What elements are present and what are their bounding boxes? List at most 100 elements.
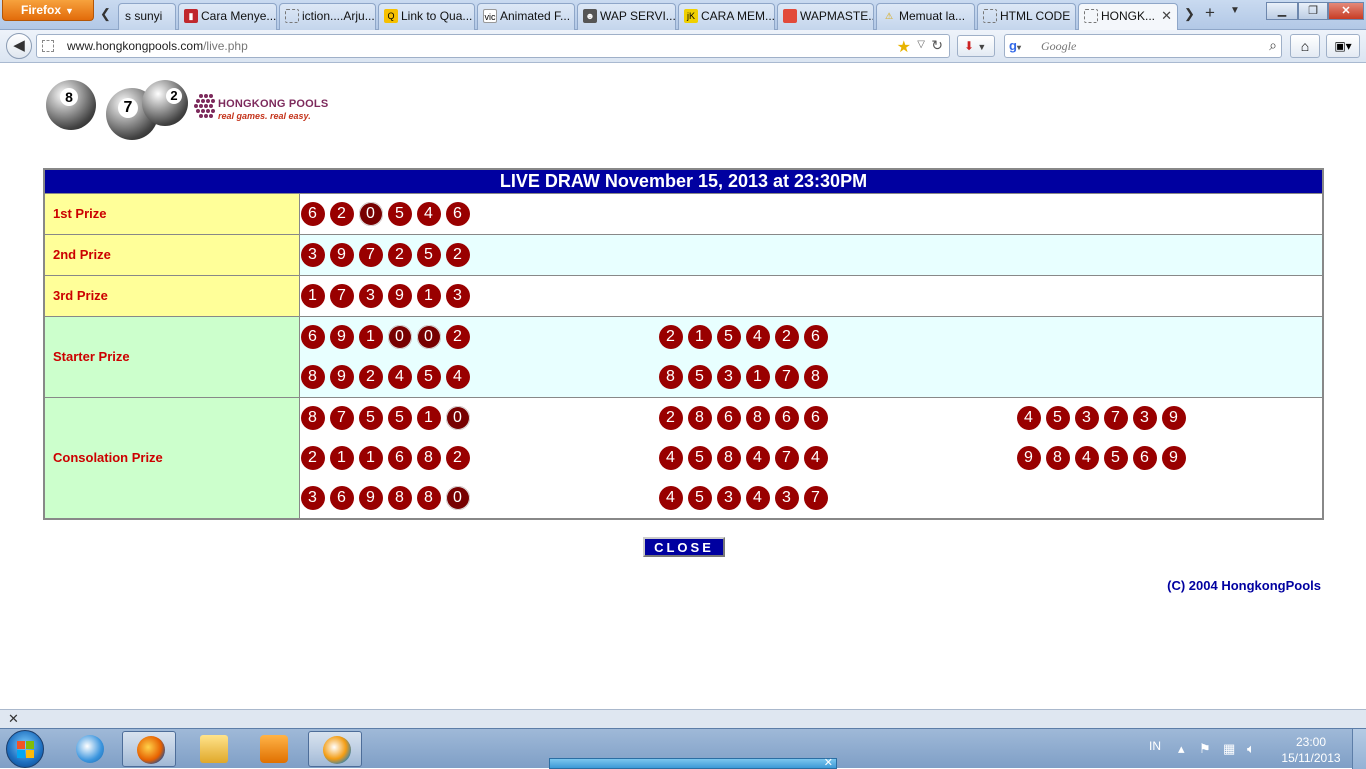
number-ball: 6 — [300, 201, 325, 226]
prize-number — [658, 194, 1016, 234]
prize-number: 875510 — [300, 398, 658, 438]
number-ball: 5 — [716, 324, 741, 349]
taskbar-item-ie[interactable] — [62, 731, 116, 767]
prize-number: 984569 — [1016, 438, 1316, 478]
tab-label: Animated F... — [500, 9, 571, 23]
prize-number — [1016, 478, 1316, 518]
new-tab-icon[interactable]: + — [1205, 3, 1215, 23]
download-icon: ⬇ — [964, 39, 975, 53]
prize-number — [658, 276, 1016, 316]
logo-dot — [199, 104, 203, 108]
restore-button[interactable]: ❐ — [1298, 2, 1328, 20]
number-ball: 5 — [387, 405, 412, 430]
back-button[interactable]: ◀ — [6, 33, 32, 59]
folder-icon — [200, 735, 228, 763]
number-ball: 8 — [716, 445, 741, 470]
search-icon[interactable]: ⌕ — [1269, 37, 1277, 54]
tab-favicon-icon: ☻ — [583, 9, 597, 23]
system-clock[interactable]: 23:00 15/11/2013 — [1278, 734, 1344, 766]
number-ball: 5 — [416, 364, 441, 389]
number-ball: 9 — [1161, 405, 1186, 430]
firefox-menu-button[interactable]: Firefox ▼ — [2, 0, 94, 21]
window-close-button[interactable]: ✕ — [1328, 2, 1364, 20]
number-ball: 3 — [716, 364, 741, 389]
taskbar-item-firefox[interactable] — [122, 731, 176, 767]
tab-list-chevron-icon[interactable]: ▼ — [1230, 5, 1240, 16]
show-desktop-button[interactable] — [1352, 729, 1366, 769]
downloads-button[interactable]: ⬇ ▼ — [957, 35, 995, 57]
tab-label: s sunyi — [125, 9, 163, 23]
logo-dot — [201, 109, 205, 113]
media-player-icon — [260, 735, 288, 763]
browser-tab[interactable]: jK CARA MEM... — [678, 3, 775, 30]
number-ball: 4 — [1016, 405, 1041, 430]
number-ball: 2 — [329, 201, 354, 226]
language-indicator[interactable]: IN — [1149, 739, 1161, 753]
tab-scroll-left-icon[interactable]: ❮ — [100, 6, 111, 22]
clock-time: 23:00 — [1295, 735, 1327, 749]
ball-icon: 2 — [142, 80, 188, 126]
network-icon[interactable]: ▦ — [1223, 741, 1235, 757]
tab-close-icon[interactable]: ✕ — [1161, 4, 1172, 28]
number-ball: 9 — [387, 283, 412, 308]
browser-tab[interactable]: ☻ WAP SERVI... — [577, 3, 676, 30]
bookmark-star-icon[interactable]: ★ — [897, 37, 911, 57]
url-history-chevron-icon[interactable]: ▽ — [917, 39, 925, 50]
close-icon[interactable]: ✕ — [8, 711, 19, 727]
number-ball: 3 — [774, 485, 799, 510]
browser-tab[interactable]: HTML CODE — [977, 3, 1076, 30]
tab-favicon-icon: ▮ — [184, 9, 198, 23]
url-text[interactable]: www.hongkongpools.com/live.php — [67, 39, 248, 53]
site-identity-icon[interactable] — [42, 40, 54, 52]
tab-scroll-right-icon[interactable]: ❯ — [1184, 6, 1195, 22]
taskbar-item-explorer[interactable] — [186, 731, 240, 767]
action-center-flag-icon[interactable]: ⚑ — [1199, 741, 1211, 757]
browser-tab[interactable]: vic Animated F... — [477, 3, 575, 30]
popup-window-strip[interactable]: ✕ — [549, 756, 837, 769]
browser-tab[interactable]: ⚠ Memuat la... — [876, 3, 975, 30]
tab-bar: Firefox ▼ ❮ s sunyi ▮ Cara Menye... iction..… — [0, 0, 1366, 31]
number-ball: 6 — [387, 445, 412, 470]
tab-label: HTML CODE — [1000, 9, 1071, 23]
url-path: /live.php — [203, 39, 248, 53]
prize-numbers-cell: 173913 — [298, 274, 1324, 317]
addon-button[interactable]: ▣▾ — [1326, 34, 1360, 58]
number-ball: 9 — [358, 485, 383, 510]
close-icon[interactable]: ✕ — [824, 756, 833, 769]
number-ball: 0 — [387, 324, 412, 349]
logo-dot — [204, 94, 208, 98]
prize-numbers-grid: 397252 — [300, 235, 1323, 275]
tray-expand-icon[interactable]: ▴ — [1178, 741, 1185, 757]
browser-tab[interactable]: ▮ Cara Menye... — [178, 3, 277, 30]
prize-number: 215426 — [658, 317, 1016, 357]
prize-number: 211682 — [300, 438, 658, 478]
volume-icon[interactable]: 🔈︎ — [1247, 741, 1255, 757]
address-bar[interactable]: www.hongkongpools.com/live.php ★ ▽ ↻ — [36, 34, 950, 58]
google-icon[interactable]: g▾ — [1009, 38, 1025, 54]
home-button[interactable]: ⌂ — [1290, 34, 1320, 58]
browser-tab[interactable]: HONGK... ✕ — [1078, 3, 1178, 31]
logo-dot — [206, 109, 210, 113]
logo-ball-number: 8 — [60, 88, 78, 106]
reload-icon[interactable]: ↻ — [931, 37, 943, 54]
taskbar-item-app[interactable] — [308, 731, 362, 767]
start-button[interactable] — [6, 730, 44, 768]
minimize-button[interactable]: ▁ — [1266, 2, 1298, 20]
search-input[interactable] — [1041, 38, 1261, 54]
number-ball: 1 — [329, 445, 354, 470]
taskbar-item-media[interactable] — [246, 731, 300, 767]
browser-tab[interactable]: iction....Arju... — [279, 3, 376, 30]
browser-tab[interactable]: Q Link to Qua... — [378, 3, 475, 30]
search-bar[interactable]: g▾ ⌕ — [1004, 34, 1282, 58]
number-ball: 5 — [358, 405, 383, 430]
number-ball: 9 — [1161, 445, 1186, 470]
tab-label: Cara Menye... — [201, 9, 277, 23]
close-button[interactable]: CLOSE — [643, 537, 725, 557]
number-ball: 8 — [687, 405, 712, 430]
number-ball: 6 — [716, 405, 741, 430]
prize-number: 853178 — [658, 357, 1016, 397]
tab-label: WAPMASTE... — [800, 9, 874, 23]
browser-tab[interactable]: s sunyi — [118, 3, 176, 30]
browser-tab[interactable]: WAPMASTE... — [777, 3, 874, 30]
windows-taskbar: ✕ IN ▴ ⚑ ▦ 🔈︎ 23:00 15/11/2013 — [0, 728, 1366, 769]
